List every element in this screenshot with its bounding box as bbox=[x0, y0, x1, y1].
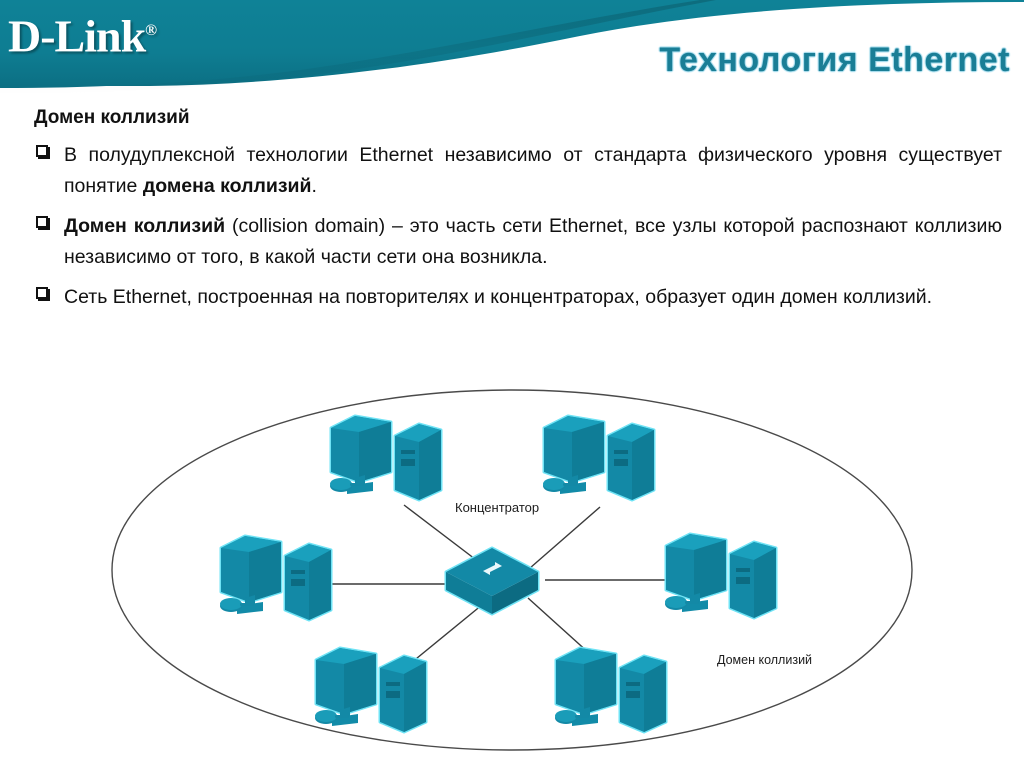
bullet-text-emphasis-2: Домен коллизий bbox=[64, 215, 226, 237]
page-title: Технология Ethernet bbox=[659, 41, 1010, 79]
pc-node-mid-left[interactable] bbox=[218, 534, 333, 622]
hub-label: Концентратор bbox=[455, 500, 539, 515]
pc-node-bottom-left[interactable] bbox=[313, 646, 428, 734]
bullet-text-part-4: Сеть Ethernet, построенная на повторител… bbox=[64, 286, 933, 308]
bullet-item-repeaters-hubs: Сеть Ethernet, построенная на повторител… bbox=[34, 282, 1002, 313]
dlink-logo: D-Link® bbox=[8, 6, 157, 61]
square-bullet-icon bbox=[36, 216, 48, 228]
slide-subtitle: Домен коллизий bbox=[34, 107, 190, 128]
slide-content: Домен коллизий В полудуплексной технолог… bbox=[0, 106, 1024, 313]
page-header: D-Link® Технология Ethernet bbox=[0, 0, 1024, 100]
pc-node-top-right[interactable] bbox=[541, 414, 656, 502]
bullet-item-collision-domain: Домен коллизий (collision domain) – это … bbox=[34, 211, 1002, 273]
bullet-list: В полудуплексной технологии Ethernet нез… bbox=[0, 140, 1024, 313]
hub-node[interactable] bbox=[444, 546, 540, 616]
pc-node-mid-right[interactable] bbox=[663, 532, 778, 620]
pc-node-bottom-right[interactable] bbox=[553, 646, 668, 734]
computer-icon bbox=[328, 414, 443, 502]
network-diagram-canvas: Концентратор Домен коллизий bbox=[111, 389, 913, 751]
collision-domain-label: Домен коллизий bbox=[717, 653, 812, 667]
computer-icon bbox=[541, 414, 656, 502]
link-hub-pc-top-right bbox=[529, 506, 601, 569]
bullet-text-emphasis-1: домена коллизий bbox=[142, 175, 312, 197]
hub-icon bbox=[444, 546, 540, 616]
square-bullet-icon bbox=[36, 287, 48, 299]
dlink-logo-text: D-Link bbox=[8, 10, 146, 62]
bullet-item-halfduplex: В полудуплексной технологии Ethernet нез… bbox=[34, 140, 1002, 202]
computer-icon bbox=[218, 534, 333, 622]
pc-node-top-left[interactable] bbox=[328, 414, 443, 502]
network-diagram: Концентратор Домен коллизий bbox=[0, 372, 1024, 767]
registered-trademark-icon: ® bbox=[145, 22, 158, 39]
computer-icon bbox=[663, 532, 778, 620]
bullet-text-part-2: . bbox=[311, 175, 317, 197]
computer-icon bbox=[313, 646, 428, 734]
computer-icon bbox=[553, 646, 668, 734]
square-bullet-icon bbox=[36, 145, 48, 157]
